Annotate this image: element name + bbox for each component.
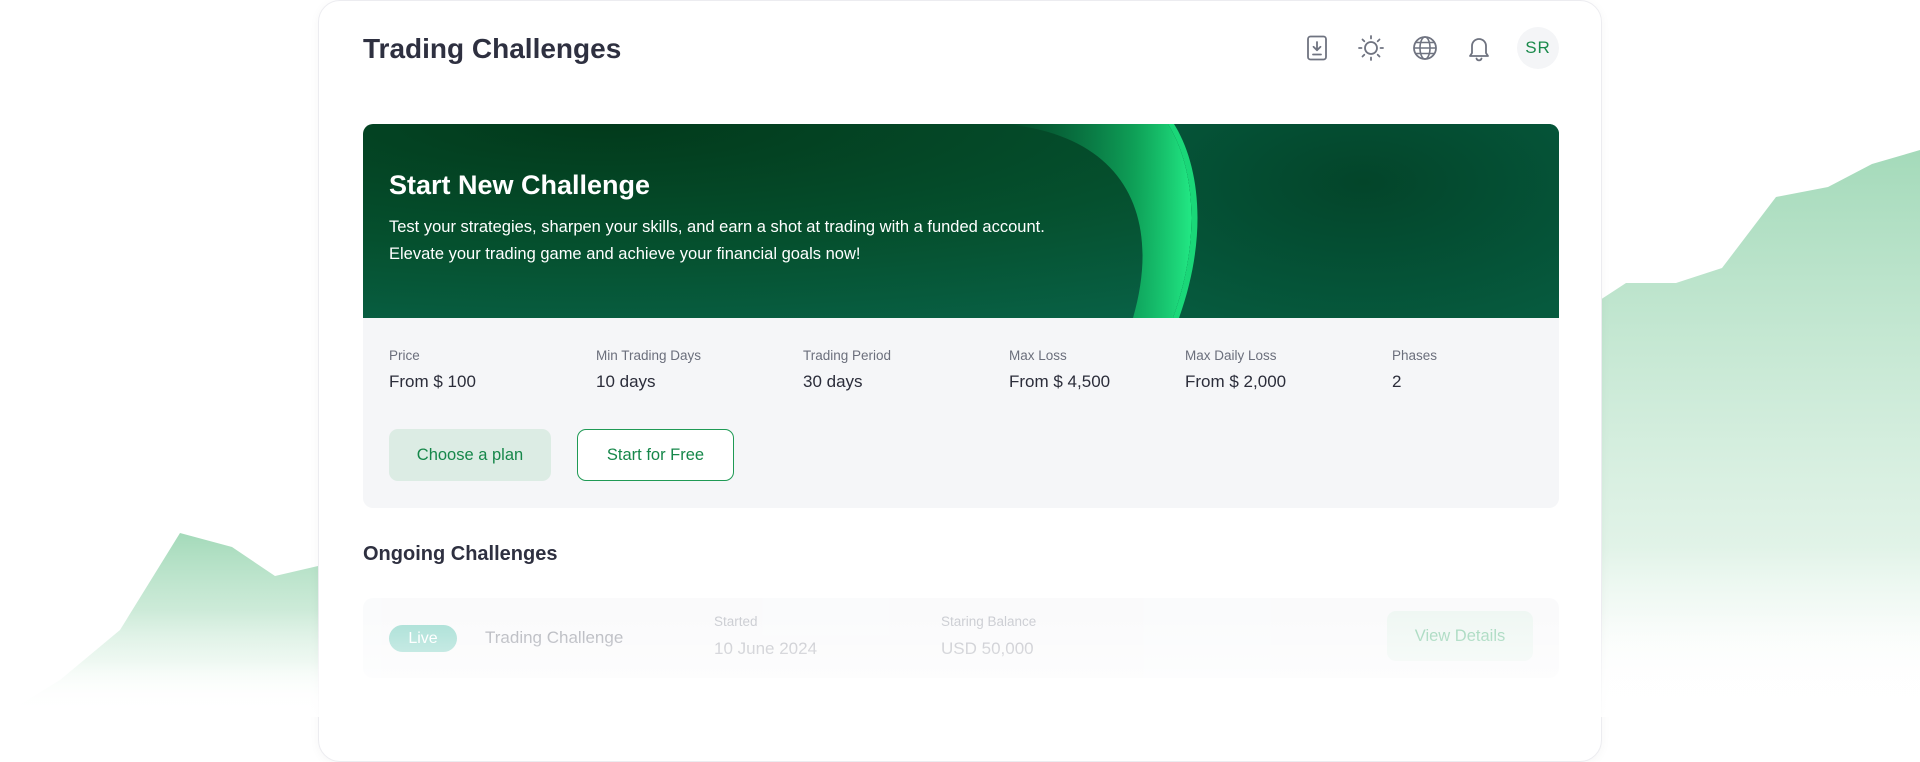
stat-label: Max Loss (1009, 348, 1067, 363)
banner-title: Start New Challenge (389, 170, 651, 200)
choose-plan-button[interactable]: Choose a plan (389, 429, 551, 481)
sun-icon[interactable] (1355, 32, 1387, 64)
balance-value: USD 50,000 (941, 639, 1034, 658)
bell-icon[interactable] (1463, 32, 1495, 64)
stat-value: 2 (1392, 372, 1402, 391)
challenge-name: Trading Challenge (485, 628, 624, 647)
globe-icon[interactable] (1409, 32, 1441, 64)
stat-label: Phases (1392, 348, 1438, 363)
stat-price: Price From $ 100 (389, 348, 476, 392)
started-value: 10 June 2024 (714, 639, 818, 658)
view-details-button[interactable]: View Details (1387, 611, 1533, 661)
start-for-free-button[interactable]: Start for Free (577, 429, 734, 481)
stat-value: 10 days (596, 372, 656, 391)
stat-value: 30 days (803, 372, 863, 391)
started-label: Started (714, 614, 758, 629)
challenge-row: Live Trading Challenge Started 10 June 2… (363, 598, 1559, 678)
stat-phases: Phases 2 (1392, 348, 1437, 392)
banner-description: Test your strategies, sharpen your skill… (389, 214, 1045, 268)
stat-label: Trading Period (803, 348, 892, 363)
stat-trading-period: Trading Period 30 days (803, 348, 891, 392)
header-toolbar: SR (1301, 27, 1559, 69)
stat-min-trading-days: Min Trading Days 10 days (596, 348, 701, 392)
banner-description-line-2: Elevate your trading game and achieve yo… (389, 245, 861, 263)
challenge-details: Price From $ 100 Min Trading Days 10 day… (363, 318, 1559, 508)
avatar[interactable]: SR (1517, 27, 1559, 69)
ongoing-challenges-heading: Ongoing Challenges (363, 543, 558, 565)
status-badge: Live (389, 625, 457, 652)
stat-value: From $ 4,500 (1009, 372, 1111, 391)
balance-column: Staring Balance USD 50,000 (941, 614, 1036, 659)
stat-max-daily-loss: Max Daily Loss From $ 2,000 (1185, 348, 1286, 392)
stat-value: From $ 2,000 (1185, 372, 1287, 391)
page-title: Trading Challenges (363, 33, 622, 64)
balance-label: Staring Balance (941, 614, 1037, 629)
main-panel: Trading Challenges SR Start New Challeng… (318, 0, 1602, 762)
start-challenge-banner: Start New Challenge Test your strategies… (363, 124, 1559, 318)
stat-label: Max Daily Loss (1185, 348, 1277, 363)
banner-description-line-1: Test your strategies, sharpen your skill… (389, 218, 1045, 236)
stat-label: Price (389, 348, 420, 363)
started-column: Started 10 June 2024 (714, 614, 817, 659)
stat-value: From $ 100 (389, 372, 476, 391)
download-document-icon[interactable] (1301, 32, 1333, 64)
stat-label: Min Trading Days (596, 348, 702, 363)
stat-max-loss: Max Loss From $ 4,500 (1009, 348, 1110, 392)
